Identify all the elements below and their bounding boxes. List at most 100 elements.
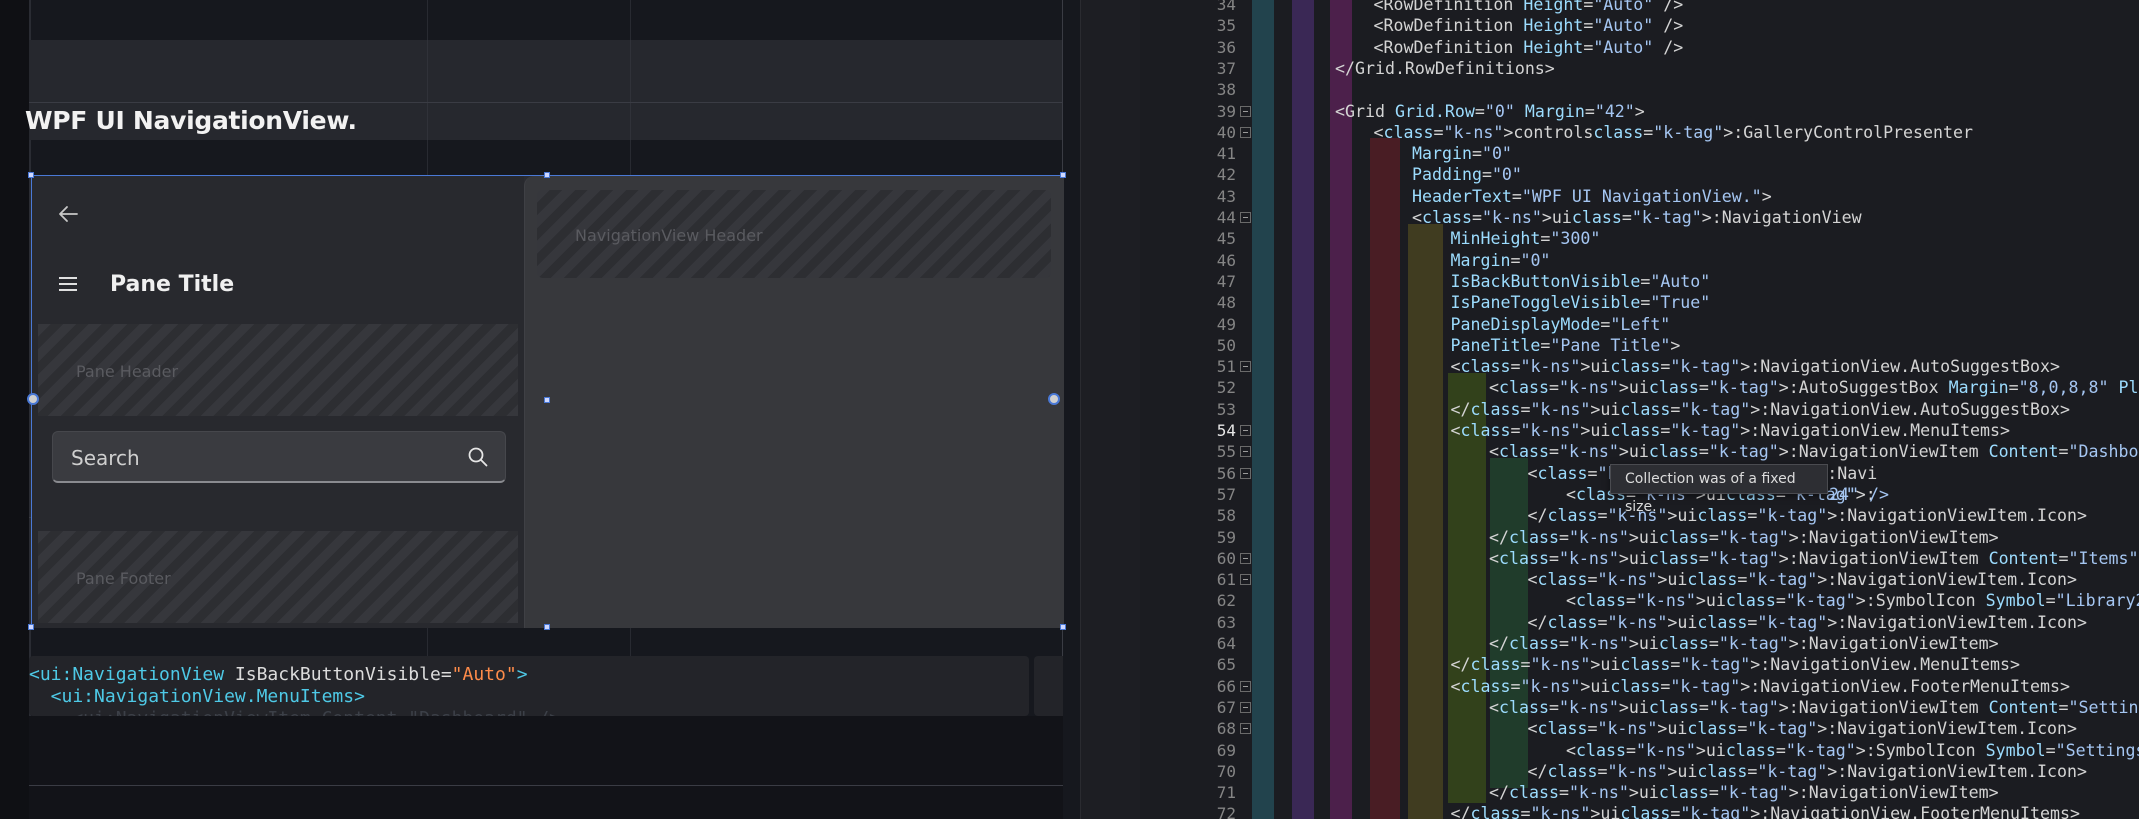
code-line[interactable]: 43 HeaderText="WPF UI NavigationView."> (1140, 186, 2139, 207)
snippet-line2: <ui:NavigationView.MenuItems> (29, 686, 365, 707)
gallery-header-text: WPF UI NavigationView. (25, 106, 357, 135)
line-number: 49 (1216, 314, 1236, 334)
code-line[interactable]: 54 <class="k-ns">uiclass="k-tag">:Navigat… (1140, 420, 2139, 441)
designer-surface[interactable]: WPF UI NavigationView. Pane Title Pane H… (0, 0, 1080, 819)
line-number: 43 (1216, 186, 1236, 206)
fold-toggle-icon[interactable] (1240, 105, 1251, 117)
resize-handle-bottom-right[interactable] (1060, 624, 1066, 630)
resize-handle-top[interactable] (544, 172, 550, 178)
fold-toggle-icon[interactable] (1240, 701, 1251, 713)
search-icon[interactable] (467, 446, 489, 468)
fold-toggle-icon[interactable] (1240, 361, 1251, 373)
code-line[interactable]: 61 <class="k-ns">uiclass="k-tag">:Navigat… (1140, 569, 2139, 590)
line-number: 48 (1216, 293, 1236, 313)
code-line[interactable]: 53 </class="k-ns">uiclass="k-tag">:Naviga… (1140, 399, 2139, 420)
code-line[interactable]: 62 <class="k-ns">uiclass="k-tag">:SymbolI… (1140, 590, 2139, 611)
code-line[interactable]: 64 </class="k-ns">uiclass="k-tag">:Naviga… (1140, 633, 2139, 654)
code-line[interactable]: 37 </Grid.RowDefinitions> (1140, 58, 2139, 79)
code-line[interactable]: 40 <class="k-ns">controlsclass="k-tag">:G… (1140, 122, 2139, 143)
code-text: <class="k-ns">uiclass="k-tag">:Navigatio… (1412, 208, 1862, 227)
code-text: </class="k-ns">uiclass="k-tag">:Navigati… (1527, 612, 2088, 632)
line-number: 53 (1216, 399, 1236, 419)
fold-toggle-icon[interactable] (1240, 574, 1251, 586)
code-line[interactable]: 44 <class="k-ns">uiclass="k-tag">:Navigat… (1140, 207, 2139, 228)
code-line[interactable]: 39 <Grid Grid.Row="0" Margin="42"> (1140, 101, 2139, 122)
view-splitter[interactable] (1080, 0, 1140, 819)
code-line[interactable]: 45 MinHeight="300" (1140, 228, 2139, 249)
code-line[interactable]: 72 </class="k-ns">uiclass="k-tag">:Naviga… (1140, 803, 2139, 819)
code-text: <Grid Grid.Row="0" Margin="42"> (1335, 101, 1645, 121)
line-number: 65 (1216, 655, 1236, 675)
code-line[interactable]: 68 <class="k-ns">uiclass="k-tag">:Navigat… (1140, 718, 2139, 739)
navigation-pane: Pane Title Pane Header Search Pane Foote… (32, 176, 524, 628)
code-line[interactable]: 60 <class="k-ns">uiclass="k-tag">:Navigat… (1140, 548, 2139, 569)
fold-toggle-icon[interactable] (1240, 723, 1251, 735)
pane-header-label: Pane Header (76, 362, 179, 381)
resize-handle-bottom-left[interactable] (28, 624, 34, 630)
code-line[interactable]: 36 <RowDefinition Height="Auto" /> (1140, 37, 2139, 58)
fold-toggle-icon[interactable] (1240, 552, 1251, 564)
line-number: 67 (1216, 697, 1236, 717)
code-line[interactable]: 42 Padding="0" (1140, 164, 2139, 185)
fold-toggle-icon[interactable] (1240, 680, 1251, 692)
line-number: 58 (1216, 506, 1236, 526)
resize-handle-left[interactable] (27, 393, 39, 405)
code-line[interactable]: 34 <RowDefinition Height="Auto" /> (1140, 0, 2139, 15)
resize-handle-right[interactable] (1048, 393, 1060, 405)
grid-guide-h4 (29, 785, 1063, 786)
fold-toggle-icon[interactable] (1240, 467, 1251, 479)
code-line[interactable]: 59 </class="k-ns">uiclass="k-tag">:Naviga… (1140, 527, 2139, 548)
code-line[interactable]: 63 </class="k-ns">uiclass="k-tag">:Naviga… (1140, 612, 2139, 633)
code-line[interactable]: 49 PaneDisplayMode="Left" (1140, 314, 2139, 335)
code-text: <class="k-ns">uiclass="k-tag">:SymbolIco… (1566, 740, 2139, 760)
navigation-view-header-placeholder: NavigationView Header (537, 190, 1051, 278)
pane-toggle-button[interactable] (52, 268, 84, 300)
resize-handle-top-left[interactable] (28, 172, 34, 178)
pane-header-placeholder: Pane Header (38, 324, 518, 416)
code-text: <class="k-ns">uiclass="k-tag">:AutoSugge… (1489, 378, 2139, 398)
search-input[interactable]: Search (52, 431, 506, 483)
code-line[interactable]: 48 IsPaneToggleVisible="True" (1140, 292, 2139, 313)
code-line[interactable]: 69 <class="k-ns">uiclass="k-tag">:SymbolI… (1140, 740, 2139, 761)
line-number: 60 (1216, 548, 1236, 568)
navigation-content-frame: NavigationView Header (524, 176, 1064, 628)
code-line[interactable]: 71 </class="k-ns">uiclass="k-tag">:Naviga… (1140, 782, 2139, 803)
code-line[interactable]: 70 </class="k-ns">uiclass="k-tag">:Naviga… (1140, 761, 2139, 782)
line-number: 46 (1216, 250, 1236, 270)
code-line[interactable]: 51 <class="k-ns">uiclass="k-tag">:Navigat… (1140, 356, 2139, 377)
line-number: 57 (1216, 484, 1236, 504)
code-text: <class="k-ns">uiclass="k-tag">:Navigatio… (1450, 357, 2060, 377)
code-line[interactable]: 41 Margin="0" (1140, 143, 2139, 164)
fold-toggle-icon[interactable] (1240, 212, 1251, 223)
line-number: 44 (1216, 208, 1236, 227)
code-line[interactable]: 35 <RowDefinition Height="Auto" /> (1140, 15, 2139, 36)
resize-handle-bottom[interactable] (544, 624, 550, 630)
code-line[interactable]: 50 PaneTitle="Pane Title"> (1140, 335, 2139, 356)
back-button[interactable] (52, 198, 84, 230)
code-line[interactable]: 38 (1140, 79, 2139, 100)
code-line[interactable]: 46 Margin="0" (1140, 250, 2139, 271)
resize-handle-center[interactable] (544, 397, 550, 403)
code-line[interactable]: 47 IsBackButtonVisible="Auto" (1140, 271, 2139, 292)
line-number: 42 (1216, 165, 1236, 185)
resize-handle-top-right[interactable] (1060, 172, 1066, 178)
line-number: 45 (1216, 229, 1236, 249)
code-text: <class="k-ns">uiclass="k-tag">:Navigatio… (1527, 719, 2078, 739)
line-number: 36 (1216, 37, 1236, 57)
code-text: HeaderText="WPF UI NavigationView."> (1412, 186, 1772, 206)
fold-toggle-icon[interactable] (1240, 446, 1251, 458)
code-line[interactable]: 55 <class="k-ns">uiclass="k-tag">:Navigat… (1140, 441, 2139, 462)
code-text: IsPaneToggleVisible="True" (1450, 293, 1711, 313)
xaml-code-editor[interactable]: 34 <RowDefinition Height="Auto" /> 35 <RowD… (1140, 0, 2139, 819)
code-line[interactable]: 67 <class="k-ns">uiclass="k-tag">:Navigat… (1140, 697, 2139, 718)
code-text: PaneTitle="Pane Title"> (1450, 335, 1681, 355)
code-text: <RowDefinition Height="Auto" /> (1373, 37, 1684, 57)
code-line[interactable]: 66 <class="k-ns">uiclass="k-tag">:Navigat… (1140, 676, 2139, 697)
code-text: <RowDefinition Height="Auto" /> (1373, 16, 1684, 36)
code-line[interactable]: 52 <class="k-ns">uiclass="k-tag">:AutoSug… (1140, 377, 2139, 398)
line-number: 56 (1216, 463, 1236, 483)
fold-toggle-icon[interactable] (1240, 425, 1251, 436)
code-line[interactable]: 65 </class="k-ns">uiclass="k-tag">:Naviga… (1140, 654, 2139, 675)
fold-toggle-icon[interactable] (1240, 126, 1251, 138)
line-number: 63 (1216, 612, 1236, 632)
